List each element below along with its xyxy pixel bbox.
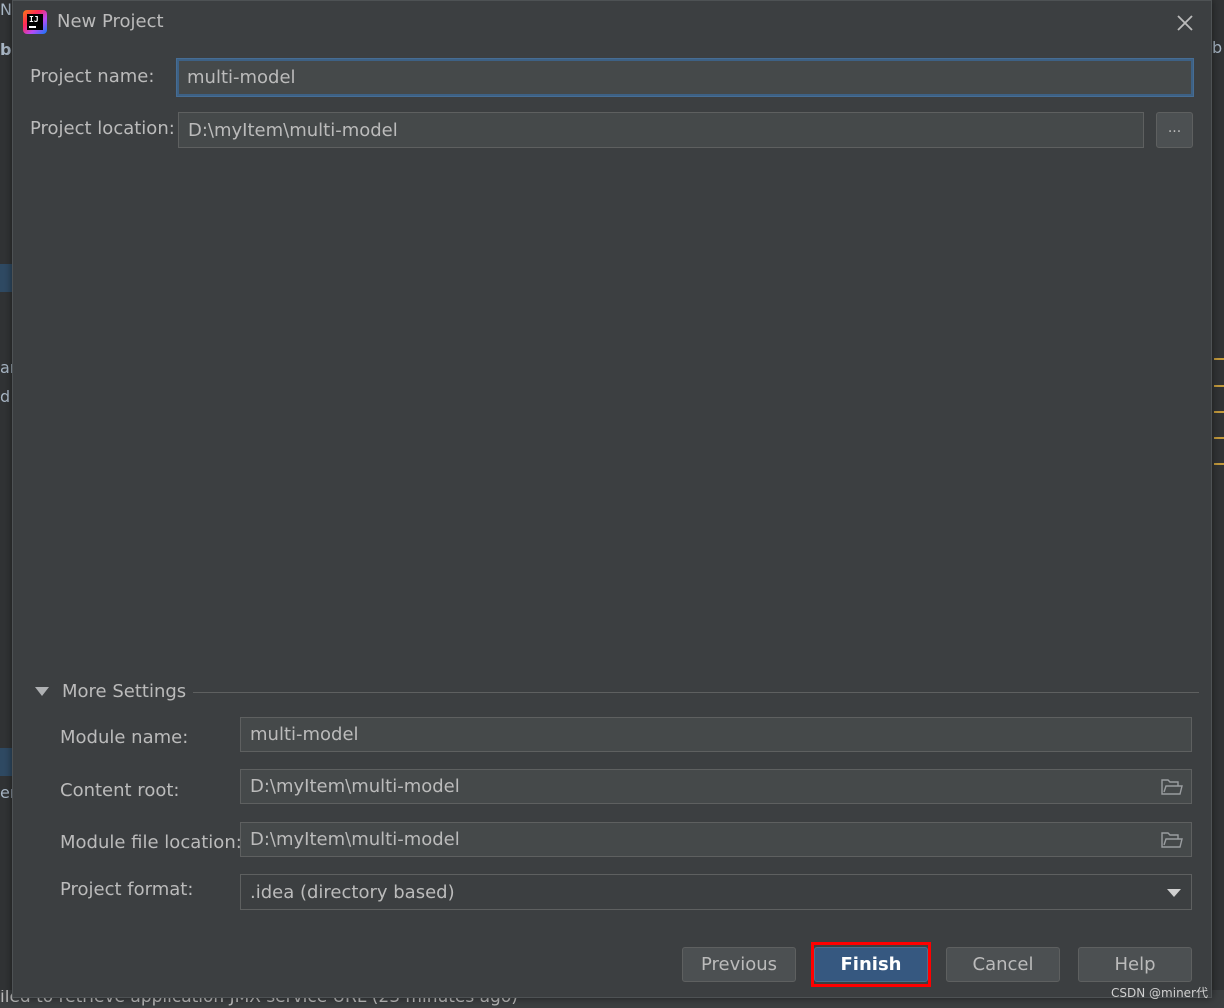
dialog-title: New Project xyxy=(57,11,164,32)
new-project-dialog: IJ New Project Project name: multi-model… xyxy=(12,0,1212,998)
folder-icon[interactable] xyxy=(1161,832,1183,849)
intellij-logo-icon: IJ xyxy=(23,10,47,34)
project-location-input[interactable]: D:\myItem\multi-model xyxy=(178,112,1144,148)
project-location-label: Project location: xyxy=(30,118,175,139)
ide-fragment-text: er xyxy=(0,783,12,802)
ide-left-selection-2 xyxy=(0,748,12,776)
folder-icon[interactable] xyxy=(1161,779,1183,796)
more-settings-label: More Settings xyxy=(62,681,187,702)
content-root-input[interactable]: D:\myItem\multi-model xyxy=(240,769,1192,804)
module-name-value: multi-model xyxy=(250,724,359,745)
gutter-marker xyxy=(1214,358,1224,360)
project-format-select[interactable]: .idea (directory based) xyxy=(240,874,1192,910)
project-name-input[interactable]: multi-model xyxy=(177,59,1193,96)
dialog-titlebar: IJ New Project xyxy=(13,1,1211,45)
gutter-marker xyxy=(1214,437,1224,439)
help-button[interactable]: Help xyxy=(1078,947,1192,982)
watermark: CSDN @miner代 xyxy=(1111,986,1208,1000)
ide-fragment-text: b xyxy=(1212,38,1223,57)
gutter-marker xyxy=(1214,463,1224,465)
ide-fragment-text: ar xyxy=(0,358,12,377)
project-name-label: Project name: xyxy=(30,66,155,87)
triangle-expand-icon xyxy=(35,687,49,696)
content-root-value: D:\myItem\multi-model xyxy=(250,776,460,797)
module-file-location-input[interactable]: D:\myItem\multi-model xyxy=(240,822,1192,857)
module-file-location-label: Module file location: xyxy=(60,832,242,853)
content-root-label: Content root: xyxy=(60,780,180,801)
browse-location-button[interactable]: ... xyxy=(1156,112,1193,148)
finish-highlight-annotation xyxy=(811,942,931,987)
project-format-value: .idea (directory based) xyxy=(250,881,455,903)
module-name-label: Module name: xyxy=(60,727,189,748)
ide-fragment-text: d xyxy=(0,387,11,406)
module-file-location-value: D:\myItem\multi-model xyxy=(250,829,460,850)
project-format-label: Project format: xyxy=(60,879,194,900)
chevron-down-icon xyxy=(1167,889,1181,897)
close-icon[interactable] xyxy=(1173,11,1197,35)
cancel-button[interactable]: Cancel xyxy=(946,947,1060,982)
ide-left-selection xyxy=(0,264,12,292)
project-name-value: multi-model xyxy=(187,67,296,88)
gutter-marker xyxy=(1214,411,1224,413)
ide-left-panel xyxy=(0,0,12,1008)
separator-line xyxy=(193,692,1199,693)
gutter-marker xyxy=(1214,385,1224,387)
ide-right-gutter: b xyxy=(1210,0,1224,1008)
previous-button[interactable]: Previous xyxy=(682,947,796,982)
module-name-input[interactable]: multi-model xyxy=(240,717,1192,752)
more-settings-toggle[interactable]: More Settings xyxy=(35,679,1199,707)
project-location-value: D:\myItem\multi-model xyxy=(188,119,398,141)
ide-fragment-text: N xyxy=(0,0,12,19)
ide-fragment-text: b xyxy=(0,40,12,59)
